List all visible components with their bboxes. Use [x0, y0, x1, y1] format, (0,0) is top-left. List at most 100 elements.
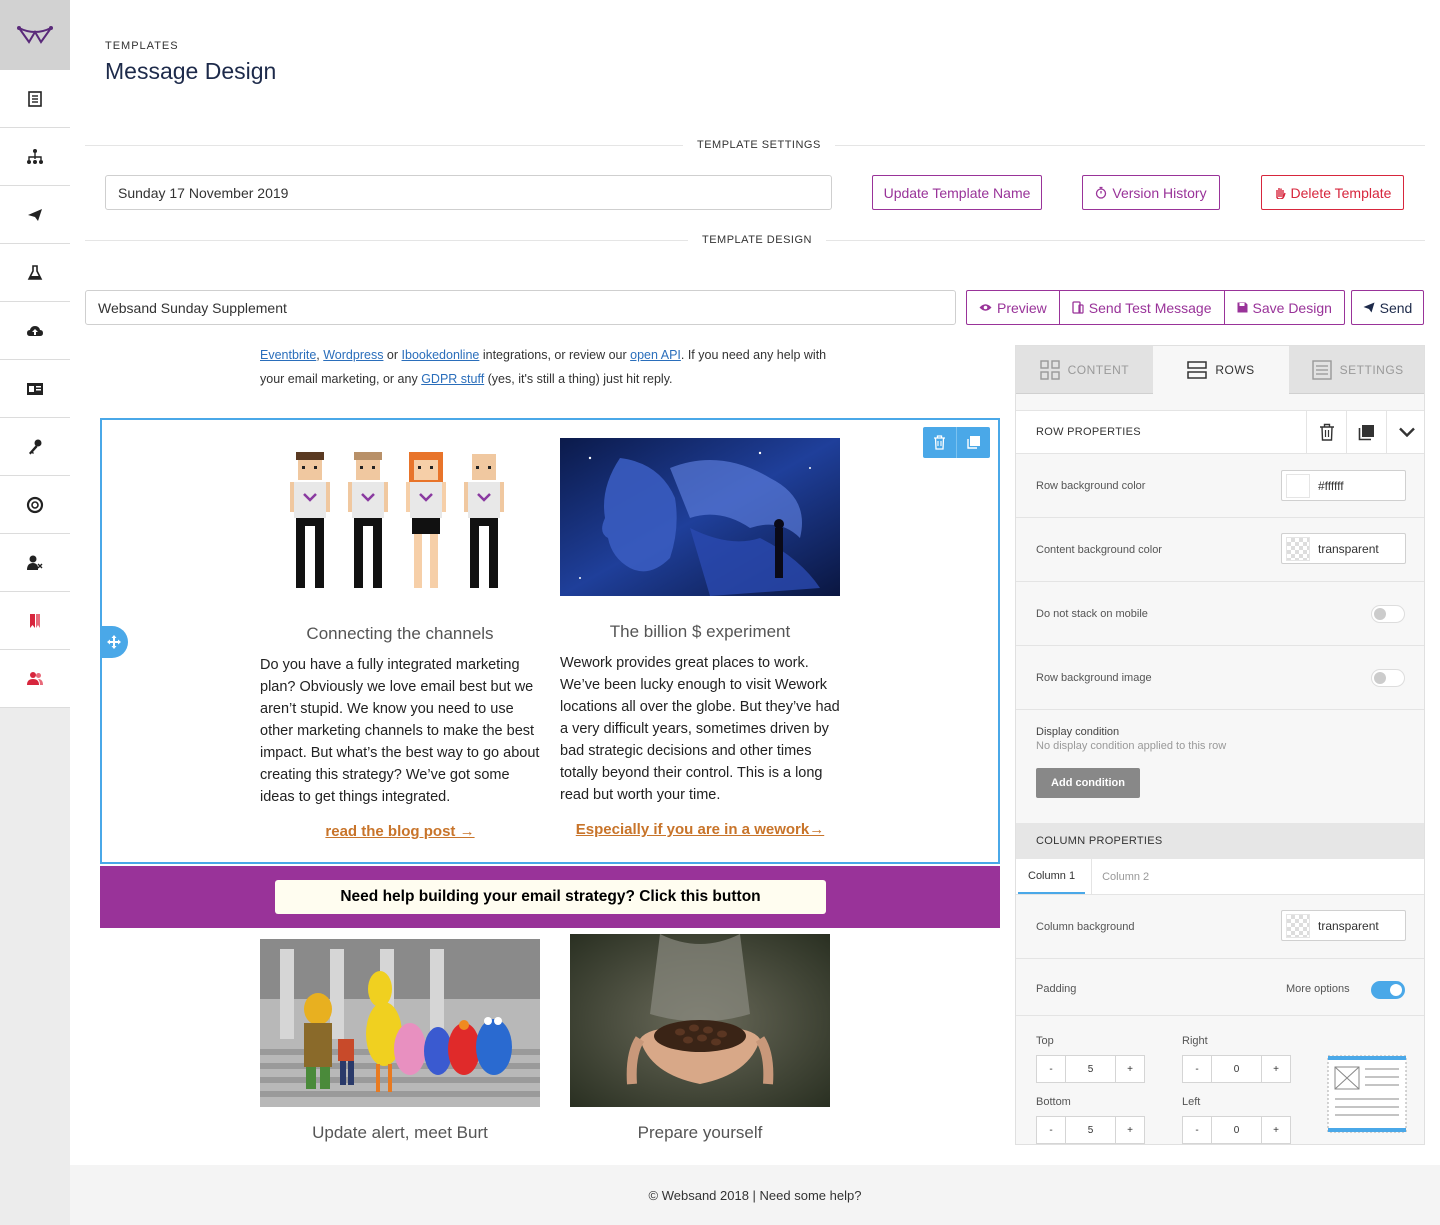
subject-input[interactable]: Websand Sunday Supplement — [85, 290, 956, 325]
cta-button[interactable]: Need help building your email strategy? … — [275, 880, 826, 914]
padding-top-increment[interactable]: + — [1116, 1056, 1144, 1082]
sesame-street-image — [260, 939, 540, 1107]
eventbrite-link[interactable]: Eventbrite — [260, 348, 316, 362]
row-duplicate-button[interactable] — [957, 427, 990, 458]
delete-template-button[interactable]: Delete Template — [1261, 175, 1404, 210]
save-design-label: Save Design — [1252, 299, 1332, 316]
preview-label: Preview — [997, 299, 1047, 316]
update-template-name-label: Update Template Name — [883, 184, 1031, 201]
padding-bottom-stepper[interactable]: -5 + — [1036, 1116, 1145, 1144]
padding-right-decrement[interactable]: - — [1183, 1056, 1211, 1082]
padding-bottom-value[interactable]: 5 — [1065, 1117, 1116, 1143]
padding-top-decrement[interactable]: - — [1037, 1056, 1065, 1082]
tab-rows[interactable]: ROWS — [1152, 346, 1290, 394]
padding-right-label: Right — [1182, 1035, 1208, 1047]
subject-value: Websand Sunday Supplement — [98, 299, 287, 316]
sidebar-item-keys[interactable] — [0, 418, 70, 476]
version-history-button[interactable]: Version History — [1082, 175, 1220, 210]
do-not-stack-label: Do not stack on mobile — [1036, 608, 1148, 620]
padding-right-stepper[interactable]: -0 + — [1182, 1055, 1291, 1083]
content-background-color-row: Content background color transparent — [1016, 518, 1424, 582]
read-blog-post-link[interactable]: read the blog post → — [260, 823, 540, 840]
padding-bottom-decrement[interactable]: - — [1037, 1117, 1065, 1143]
padding-top-value[interactable]: 5 — [1065, 1056, 1116, 1082]
padding-bottom-increment[interactable]: + — [1116, 1117, 1144, 1143]
padding-right-value[interactable]: 0 — [1211, 1056, 1262, 1082]
sidebar-item-help[interactable] — [0, 476, 70, 534]
panel-delete-row-button[interactable] — [1306, 410, 1346, 454]
row-delete-button[interactable] — [923, 427, 957, 458]
tab-column-1-label: Column 1 — [1028, 869, 1076, 882]
wordpress-link[interactable]: Wordpress — [323, 348, 383, 362]
add-condition-button[interactable]: Add condition — [1036, 768, 1140, 798]
sidebar-item-users[interactable] — [0, 650, 70, 708]
row-background-color-value: #ffffff — [1318, 478, 1344, 493]
tab-column-1[interactable]: Column 1 — [1018, 859, 1086, 894]
open-api-link[interactable]: open API — [630, 348, 681, 362]
intro-paragraph: Eventbrite, Wordpress or Ibookedonline i… — [260, 343, 840, 391]
sidebar-item-unsubscribe[interactable] — [0, 534, 70, 592]
tab-settings-label: SETTINGS — [1339, 362, 1404, 377]
sidebar-item-templates[interactable] — [0, 70, 70, 128]
padding-top-stepper[interactable]: -5 + — [1036, 1055, 1145, 1083]
do-not-stack-toggle[interactable] — [1371, 605, 1405, 623]
transparent-swatch — [1286, 913, 1310, 938]
tab-settings[interactable]: SETTINGS — [1289, 346, 1424, 394]
flask-icon — [27, 264, 43, 280]
padding-left-decrement[interactable]: - — [1183, 1117, 1211, 1143]
column-properties-header: COLUMN PROPERTIES — [1016, 823, 1424, 859]
ibookedonline-link[interactable]: Ibookedonline — [402, 348, 480, 362]
paper-plane-icon — [1363, 302, 1375, 313]
padding-top-label: Top — [1036, 1035, 1054, 1047]
row-properties-actions — [1306, 410, 1424, 454]
template-name-value: Sunday 17 November 2019 — [118, 184, 289, 201]
row-background-color-input[interactable]: #ffffff — [1281, 470, 1406, 501]
content-background-color-input[interactable]: transparent — [1281, 533, 1406, 564]
intro-text-3: integrations, or review our — [479, 348, 631, 362]
padding-left-value[interactable]: 0 — [1211, 1117, 1262, 1143]
send-label: Send — [1379, 299, 1413, 316]
more-options-label: More options — [1286, 983, 1350, 995]
panel-duplicate-row-button[interactable] — [1346, 410, 1386, 454]
row-background-color-row: Row background color #ffffff — [1016, 454, 1424, 518]
send-button[interactable]: Send — [1351, 290, 1424, 325]
content-background-color-value: transparent — [1318, 541, 1379, 556]
wework-link[interactable]: Especially if you are in a wework→ — [560, 821, 840, 838]
column-background-input[interactable]: transparent — [1281, 910, 1406, 941]
more-options-toggle[interactable] — [1371, 981, 1405, 999]
content-background-color-label: Content background color — [1036, 544, 1162, 556]
save-design-button[interactable]: Save Design — [1225, 291, 1344, 324]
move-icon — [107, 635, 121, 649]
tab-column-2-label: Column 2 — [1102, 870, 1150, 883]
gdpr-link[interactable]: GDPR stuff — [421, 372, 484, 386]
padding-right-increment[interactable]: + — [1262, 1056, 1290, 1082]
tab-content[interactable]: CONTENT — [1016, 346, 1153, 394]
paper-plane-icon — [28, 208, 42, 221]
padding-left-increment[interactable]: + — [1262, 1117, 1290, 1143]
sidebar-item-hierarchy[interactable] — [0, 128, 70, 186]
preview-button[interactable]: Preview — [967, 291, 1060, 324]
eye-icon — [979, 304, 992, 311]
column3-title: Update alert, meet Burt — [312, 1123, 488, 1142]
panel-collapse-button[interactable] — [1386, 410, 1424, 454]
sidebar-item-send[interactable] — [0, 186, 70, 244]
sidebar-item-bookmarks[interactable] — [0, 592, 70, 650]
wework-artwork-image — [560, 438, 840, 596]
tab-column-2[interactable]: Column 2 — [1091, 859, 1159, 894]
padding-left-stepper[interactable]: -0 + — [1182, 1116, 1291, 1144]
display-condition-row: Display condition No display condition a… — [1016, 710, 1424, 823]
send-test-message-button[interactable]: Send Test Message — [1060, 291, 1225, 324]
white-swatch — [1286, 473, 1310, 498]
row-background-image-toggle[interactable] — [1371, 669, 1405, 687]
update-template-name-button[interactable]: Update Template Name — [872, 175, 1042, 210]
sidebar-item-upload[interactable] — [0, 302, 70, 360]
selected-row[interactable] — [100, 418, 1000, 864]
sidebar-item-lab[interactable] — [0, 244, 70, 302]
coffee-beans-image — [570, 934, 830, 1107]
padding-preview-icon — [1327, 1055, 1407, 1133]
tab-content-label: CONTENT — [1067, 362, 1130, 377]
sidebar-item-contacts-card[interactable] — [0, 360, 70, 418]
logo[interactable] — [0, 0, 70, 70]
column2-text: Wework provides great places to work. We… — [560, 655, 840, 803]
template-name-input[interactable]: Sunday 17 November 2019 — [105, 175, 832, 210]
